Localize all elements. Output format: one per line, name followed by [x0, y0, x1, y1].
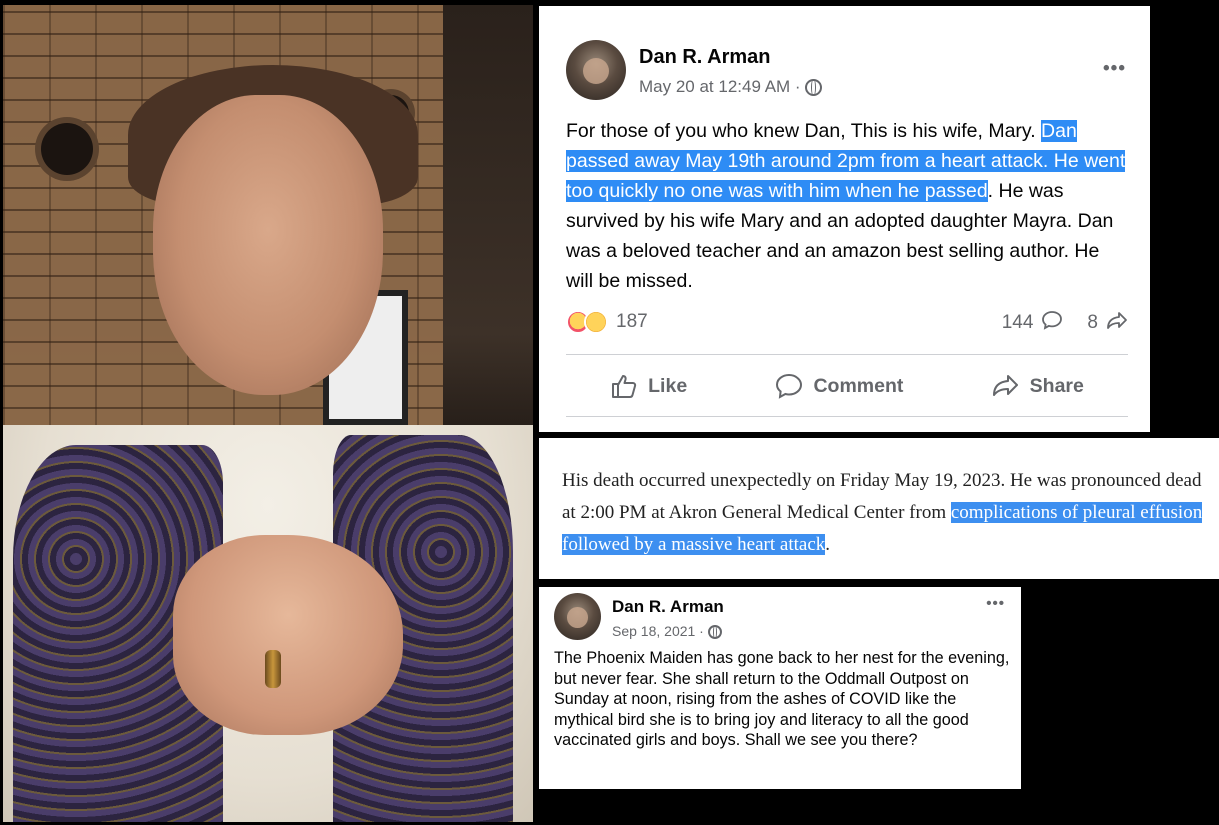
post-timestamp[interactable]: May 20 at 12:49 AM ·: [639, 77, 823, 97]
selfie-photo: [3, 5, 533, 822]
facebook-post-phoenix-maiden: Dan R. Arman Sep 18, 2021 · ••• The Phoe…: [539, 587, 1021, 789]
share-label: Share: [1029, 374, 1084, 397]
reaction-count: 187: [616, 311, 648, 332]
divider: [566, 416, 1128, 417]
more-options-icon[interactable]: •••: [1103, 58, 1126, 80]
share-icon: [992, 375, 1018, 396]
comment-button[interactable]: Comment: [775, 373, 903, 399]
post-text-plain: For those of you who knew Dan, This is h…: [566, 120, 1042, 142]
dark-corridor: [443, 5, 533, 475]
comment-count[interactable]: 144: [1002, 312, 1034, 334]
timestamp-text[interactable]: May 20 at 12:49 AM ·: [639, 77, 801, 96]
like-label: Like: [648, 374, 688, 397]
reactions-summary[interactable]: 187: [566, 310, 648, 334]
obituary-excerpt: His death occurred unexpectedly on Frida…: [539, 438, 1219, 579]
avatar[interactable]: [566, 40, 626, 100]
thumbs-up-icon: [612, 375, 637, 398]
like-button[interactable]: Like: [610, 373, 687, 399]
comment-label: Comment: [813, 374, 904, 397]
post-author[interactable]: Dan R. Arman: [612, 597, 724, 617]
post-actions: Like Comment Share: [566, 361, 1128, 411]
facebook-post-memorial: Dan R. Arman May 20 at 12:49 AM · ••• Fo…: [539, 6, 1150, 432]
post-body: For those of you who knew Dan, This is h…: [566, 116, 1126, 296]
engagement-counts: 144 8: [1002, 310, 1128, 336]
post-body: The Phoenix Maiden has gone back to her …: [554, 649, 1010, 749]
globe-icon: [707, 625, 722, 640]
wall-vent: [41, 123, 93, 175]
face: [153, 95, 383, 395]
share-count[interactable]: 8: [1087, 312, 1098, 334]
post-author[interactable]: Dan R. Arman: [639, 46, 771, 69]
share-arrow-icon: [1106, 310, 1128, 336]
globe-icon: [805, 79, 823, 97]
comment-bubble-icon: [1041, 310, 1063, 336]
more-options-icon[interactable]: •••: [986, 595, 1005, 612]
share-button[interactable]: Share: [992, 373, 1084, 399]
divider: [566, 354, 1128, 355]
wedding-ring: [265, 650, 281, 688]
pointing-hand: [173, 535, 403, 735]
obituary-text-end: .: [825, 534, 831, 555]
sad-emoji-icon: [584, 310, 608, 334]
comment-icon: [776, 373, 803, 399]
timestamp-text[interactable]: Sep 18, 2021 ·: [612, 623, 704, 639]
post-timestamp[interactable]: Sep 18, 2021 ·: [612, 623, 722, 640]
avatar[interactable]: [554, 593, 601, 640]
obituary-text: His death occurred unexpectedly on Frida…: [562, 465, 1212, 561]
